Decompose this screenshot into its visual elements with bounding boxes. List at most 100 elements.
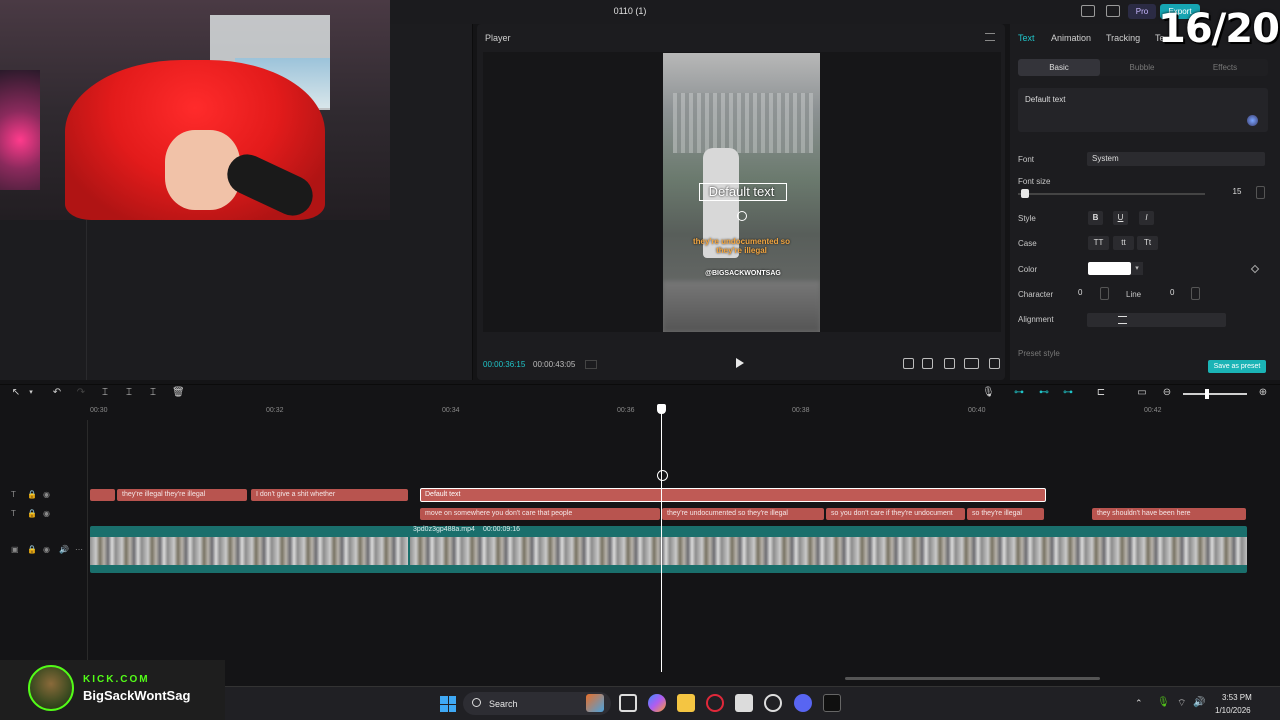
- tab-animation[interactable]: Animation: [1051, 33, 1091, 43]
- ai-write-icon[interactable]: [1247, 115, 1258, 126]
- split-right-icon[interactable]: ⌶: [148, 388, 158, 398]
- crop-icon[interactable]: [903, 358, 914, 369]
- horizontal-scrollbar[interactable]: [845, 677, 1100, 680]
- subtab-effects[interactable]: Effects: [1184, 59, 1266, 76]
- italic-button[interactable]: I: [1139, 211, 1154, 225]
- subtitle-clip[interactable]: move on somewhere you don't care that pe…: [420, 508, 660, 520]
- zoom-in-icon[interactable]: ⊕: [1258, 388, 1268, 398]
- eye-icon[interactable]: ◉: [43, 545, 50, 554]
- chevron-down-icon[interactable]: ▾: [1131, 262, 1143, 275]
- video-preview[interactable]: Default text they're undocumented so the…: [663, 53, 820, 332]
- discord-icon[interactable]: [794, 694, 812, 712]
- tab-tracking[interactable]: Tracking: [1106, 33, 1140, 43]
- file-explorer-icon[interactable]: [677, 694, 695, 712]
- zoom-slider-handle[interactable]: [1205, 389, 1209, 399]
- linkage-icon[interactable]: ⊶: [1063, 388, 1073, 398]
- video-clip-thumbnails[interactable]: [410, 537, 1247, 565]
- task-view-icon[interactable]: [619, 694, 637, 712]
- subtab-bubble[interactable]: Bubble: [1101, 59, 1183, 76]
- copilot-icon[interactable]: [648, 694, 666, 712]
- eye-icon[interactable]: ◉: [43, 490, 50, 499]
- subtitle-clip[interactable]: they're undocumented so they're illegal: [662, 508, 824, 520]
- split-icon[interactable]: ⌶: [100, 388, 110, 398]
- more-icon[interactable]: ⋯: [75, 545, 83, 554]
- font-select[interactable]: System: [1087, 152, 1265, 166]
- line-spacing-value[interactable]: 0: [1170, 288, 1174, 297]
- full-quality-icon[interactable]: [922, 358, 933, 369]
- pro-badge[interactable]: Pro: [1128, 4, 1156, 19]
- aspect-ratio-icon[interactable]: [964, 358, 979, 369]
- zoom-out-icon[interactable]: ⊖: [1162, 388, 1172, 398]
- subtitle-clip[interactable]: so you don't care if they're undocument: [826, 508, 965, 520]
- bold-button[interactable]: B: [1088, 211, 1103, 225]
- text-clip[interactable]: [90, 489, 115, 501]
- select-tool-icon[interactable]: ↖: [11, 388, 21, 398]
- volume-icon[interactable]: 🔊: [1193, 697, 1205, 708]
- wifi-icon[interactable]: ⌔: [1177, 697, 1186, 710]
- titlecase-button[interactable]: Tt: [1137, 236, 1158, 250]
- store-icon[interactable]: [735, 694, 753, 712]
- shortcuts-icon[interactable]: [1106, 5, 1120, 17]
- clock-time[interactable]: 3:53 PM: [1222, 693, 1252, 702]
- font-size-slider[interactable]: [1018, 193, 1205, 195]
- ruler-tick: 00:30: [90, 407, 108, 414]
- rotate-handle-icon[interactable]: [737, 211, 747, 221]
- search-highlight-icon[interactable]: [586, 694, 604, 712]
- line-stepper[interactable]: [1191, 287, 1200, 300]
- playhead[interactable]: [661, 404, 662, 672]
- align-center-icon[interactable]: [1118, 316, 1127, 324]
- volume-icon[interactable]: 🔊: [59, 545, 69, 554]
- layout-icon[interactable]: [1081, 5, 1095, 17]
- screenshot-icon[interactable]: [944, 358, 955, 369]
- split-left-icon[interactable]: ⌶: [124, 388, 134, 398]
- timecode-grid-icon[interactable]: [585, 360, 597, 369]
- redo-icon[interactable]: ↷: [76, 388, 86, 398]
- font-size-slider-handle[interactable]: [1021, 189, 1030, 198]
- play-button[interactable]: [736, 358, 744, 368]
- video-clip-thumbnails[interactable]: [90, 537, 408, 565]
- captions-icon[interactable]: ▭: [1137, 388, 1147, 398]
- selected-text-clip[interactable]: Default text: [420, 488, 1046, 502]
- main-track-magnet-icon[interactable]: ⊶: [1014, 388, 1024, 398]
- color-label: Color: [1018, 265, 1038, 274]
- character-stepper[interactable]: [1100, 287, 1109, 300]
- subtitle-clip[interactable]: they shouldn't have been here: [1092, 508, 1246, 520]
- tab-text[interactable]: Text: [1018, 33, 1035, 43]
- clock-date[interactable]: 1/10/2026: [1215, 706, 1251, 715]
- font-size-value[interactable]: 15: [1222, 187, 1252, 196]
- text-clip[interactable]: they're illegal they're illegal: [117, 489, 247, 501]
- windows-start-icon[interactable]: [440, 696, 456, 712]
- uppercase-button[interactable]: TT: [1088, 236, 1109, 250]
- opera-icon[interactable]: [706, 694, 724, 712]
- microphone-icon[interactable]: 🎙: [982, 388, 995, 398]
- underline-button[interactable]: U: [1113, 211, 1128, 225]
- undo-icon[interactable]: ↶: [52, 388, 62, 398]
- chevron-up-icon[interactable]: ⌃: [1135, 698, 1143, 709]
- preview-axis-icon[interactable]: ⊏: [1096, 388, 1106, 398]
- capcut-icon[interactable]: [823, 694, 841, 712]
- lowercase-button[interactable]: tt: [1113, 236, 1134, 250]
- chevron-down-icon[interactable]: ▾: [26, 388, 36, 398]
- character-spacing-value[interactable]: 0: [1078, 288, 1082, 297]
- subtitle-clip[interactable]: so they're illegal: [967, 508, 1044, 520]
- lock-icon[interactable]: 🔒: [27, 545, 37, 554]
- playhead-handle[interactable]: [657, 404, 666, 414]
- delete-icon[interactable]: 🗑: [172, 388, 185, 398]
- color-swatch[interactable]: [1088, 262, 1131, 275]
- alignment-buttons[interactable]: [1087, 313, 1226, 327]
- text-clip[interactable]: I don't give a shit whether: [251, 489, 408, 501]
- save-as-preset-button[interactable]: Save as preset: [1208, 360, 1266, 373]
- microphone-icon[interactable]: 🎙: [1157, 697, 1170, 708]
- eye-icon[interactable]: ◉: [43, 509, 50, 518]
- preview-caption: they're undocumented so they're illegal: [692, 237, 791, 255]
- subtab-basic[interactable]: Basic: [1018, 59, 1100, 76]
- font-size-stepper[interactable]: [1256, 186, 1265, 199]
- lock-icon[interactable]: 🔒: [27, 509, 37, 518]
- menu-icon[interactable]: [985, 33, 995, 41]
- text-track-icon: T: [11, 509, 16, 518]
- lock-icon[interactable]: 🔒: [27, 490, 37, 499]
- obs-icon[interactable]: [764, 694, 782, 712]
- zoom-slider[interactable]: [1183, 393, 1247, 395]
- auto-snap-icon[interactable]: ⊷: [1039, 388, 1049, 398]
- fullscreen-icon[interactable]: [989, 358, 1000, 369]
